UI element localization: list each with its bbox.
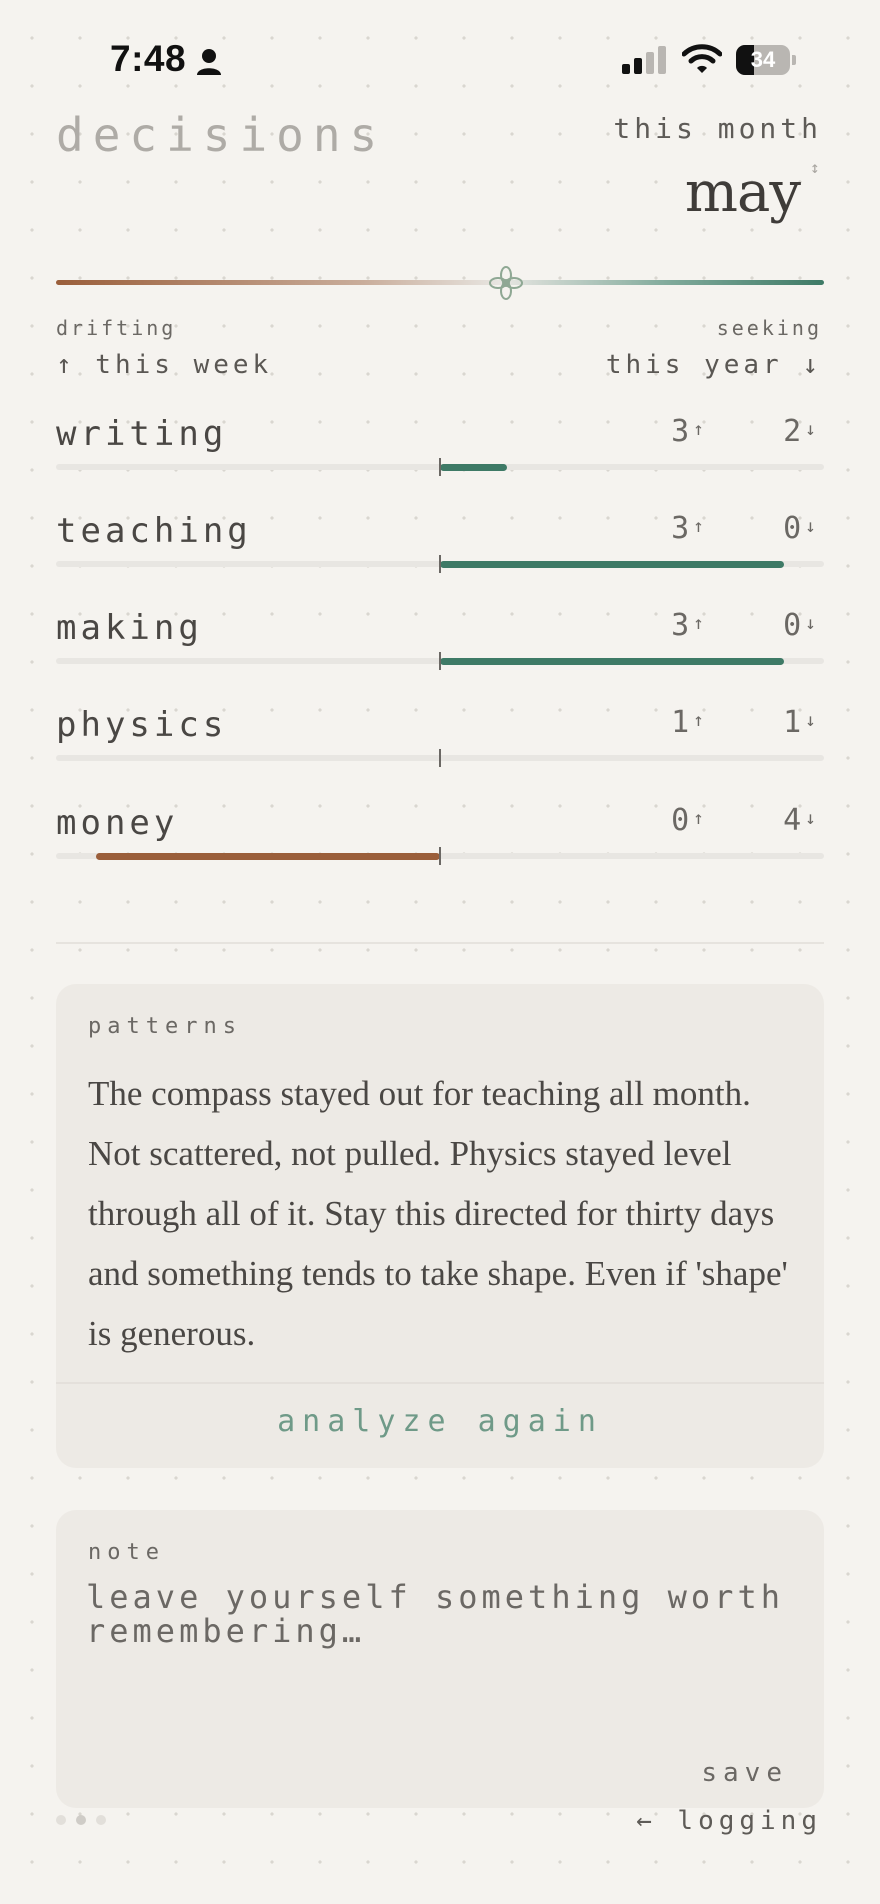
- period-selector[interactable]: this month: [613, 112, 822, 145]
- signal-icon: [622, 46, 666, 74]
- analyze-again-button[interactable]: analyze again: [56, 1404, 824, 1439]
- wifi-icon: [682, 44, 722, 73]
- down-arrow-icon: ↓: [805, 613, 816, 634]
- score-fill: [440, 464, 508, 471]
- up-arrow-icon: ↑: [693, 516, 704, 537]
- category-name: writing: [56, 414, 228, 454]
- up-count: 1 ↑: [671, 705, 704, 740]
- page-dot: [96, 1815, 106, 1825]
- seeking-label: seeking: [716, 316, 822, 340]
- down-count: 0 ↓: [783, 511, 816, 546]
- logging-nav-link[interactable]: ← logging: [636, 1806, 822, 1836]
- down-count: 0 ↓: [783, 608, 816, 643]
- up-count: 0 ↑: [671, 803, 704, 838]
- person-icon: [197, 49, 221, 75]
- category-name: money: [56, 803, 179, 843]
- score-fill: [95, 853, 440, 860]
- center-tick: [439, 555, 441, 573]
- this-week-toggle[interactable]: ↑ this week: [56, 350, 272, 380]
- patterns-label: patterns: [88, 1014, 242, 1039]
- divider: [56, 942, 824, 944]
- card-divider: [56, 1382, 824, 1384]
- center-tick: [439, 458, 441, 476]
- down-arrow-icon: ↓: [805, 516, 816, 537]
- status-time: 7:48: [110, 38, 187, 79]
- category-name: teaching: [56, 511, 252, 551]
- center-tick: [439, 749, 441, 767]
- category-row[interactable]: teaching 3 ↑ 0 ↓: [56, 511, 824, 601]
- category-row[interactable]: physics 1 ↑ 1 ↓: [56, 705, 824, 795]
- note-input[interactable]: [86, 1580, 798, 1700]
- up-arrow-icon: ↑: [693, 808, 704, 829]
- score-fill: [440, 561, 785, 568]
- down-count: 2 ↓: [783, 414, 816, 449]
- drifting-label: drifting: [56, 316, 177, 340]
- down-arrow-icon: ↓: [805, 419, 816, 440]
- note-label: note: [88, 1540, 165, 1565]
- category-row[interactable]: writing 3 ↑ 2 ↓: [56, 414, 824, 504]
- up-arrow-icon: ↑: [693, 613, 704, 634]
- page-dot: [56, 1815, 66, 1825]
- down-arrow-icon: ↓: [805, 710, 816, 731]
- down-arrow-icon: ↓: [805, 808, 816, 829]
- down-count: 1 ↓: [783, 705, 816, 740]
- note-card: note save: [56, 1510, 824, 1808]
- compass-flower-icon: [489, 266, 523, 300]
- up-down-arrow-icon[interactable]: ↕: [810, 158, 820, 177]
- category-name: physics: [56, 705, 228, 745]
- up-count: 3 ↑: [671, 511, 704, 546]
- center-tick: [439, 847, 441, 865]
- score-fill: [440, 658, 785, 665]
- patterns-card: patterns The compass stayed out for teac…: [56, 984, 824, 1468]
- category-name: making: [56, 608, 203, 648]
- up-arrow-icon: ↑: [693, 710, 704, 731]
- page-title: decisions: [56, 108, 387, 162]
- category-row[interactable]: money 0 ↑ 4 ↓: [56, 803, 824, 893]
- down-count: 4 ↓: [783, 803, 816, 838]
- compass-bar: [56, 280, 824, 285]
- this-year-toggle[interactable]: this year ↓: [606, 350, 822, 380]
- page-dot: [76, 1815, 86, 1825]
- patterns-text: The compass stayed out for teaching all …: [88, 1074, 788, 1353]
- save-button[interactable]: save: [701, 1758, 788, 1788]
- up-count: 3 ↑: [671, 608, 704, 643]
- battery-icon: 34: [736, 45, 796, 75]
- center-tick: [439, 652, 441, 670]
- month-selector[interactable]: may: [685, 160, 801, 225]
- up-arrow-icon: ↑: [693, 419, 704, 440]
- up-count: 3 ↑: [671, 414, 704, 449]
- category-row[interactable]: making 3 ↑ 0 ↓: [56, 608, 824, 698]
- battery-level: 34: [750, 47, 776, 72]
